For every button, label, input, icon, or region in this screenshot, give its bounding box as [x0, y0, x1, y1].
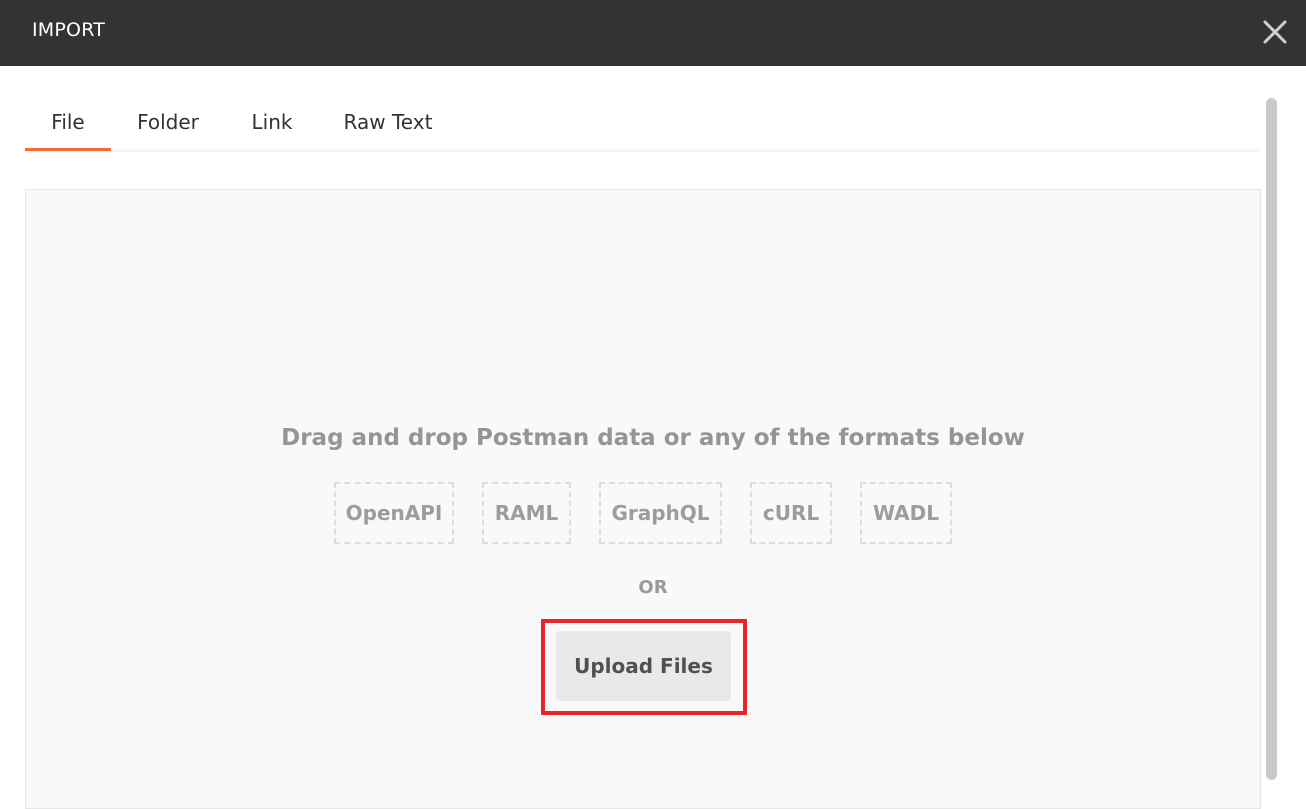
drop-hint-text: Drag and drop Postman data or any of the…	[281, 425, 1025, 451]
close-button[interactable]	[1258, 15, 1292, 49]
tab-file[interactable]: File	[25, 96, 111, 151]
tab-link[interactable]: Link	[244, 96, 300, 150]
import-tabs: File Folder Link Raw Text	[25, 96, 1260, 152]
close-icon	[1263, 20, 1287, 44]
format-curl: cURL	[750, 482, 832, 544]
format-list: OpenAPI RAML GraphQL cURL WADL	[0, 482, 1306, 544]
dialog-titlebar: IMPORT	[0, 0, 1306, 66]
format-raml: RAML	[482, 482, 571, 544]
tab-folder[interactable]: Folder	[128, 96, 208, 150]
or-separator: OR	[638, 577, 668, 598]
format-graphql: GraphQL	[599, 482, 722, 544]
tab-raw-text[interactable]: Raw Text	[337, 96, 439, 150]
format-openapi: OpenAPI	[334, 482, 454, 544]
upload-files-button[interactable]: Upload Files	[556, 631, 731, 701]
format-wadl: WADL	[860, 482, 952, 544]
dialog-title: IMPORT	[32, 19, 106, 41]
